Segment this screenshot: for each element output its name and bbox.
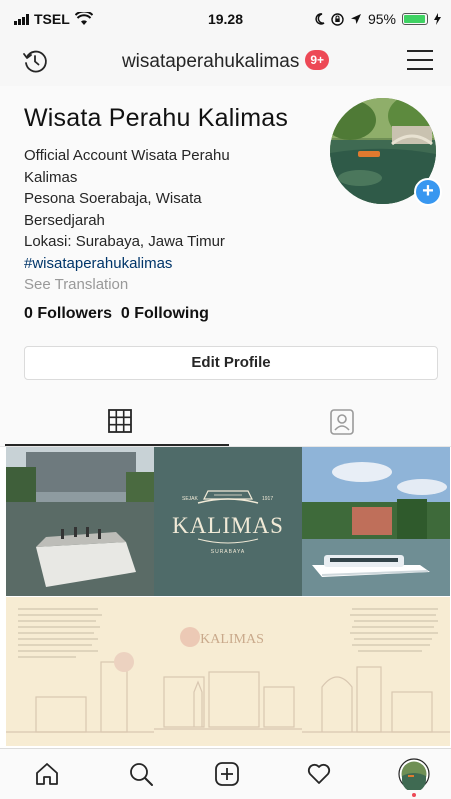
bio-line: Lokasi: Surabaya, Jawa Timur [24,233,225,250]
menu-icon[interactable] [407,50,433,77]
post-thumbnail-boat[interactable] [302,447,450,596]
kalimas-logo-text: KALIMAS [172,513,284,538]
profile-bio: Official Account Wisata Perahu Kalimas P… [24,145,314,296]
profile-full-name: Wisata Perahu Kalimas [24,104,289,132]
post-thumbnail-illustration-right[interactable] [302,597,450,746]
bio-line: Pesona Soerabaja, Wisata [24,190,202,207]
edit-profile-button[interactable]: Edit Profile [24,346,438,380]
profile-top-nav: wisataperahukalimas 9+ [0,36,451,86]
see-translation-link[interactable]: See Translation [24,274,314,296]
profile-header: Wisata Perahu Kalimas Official Account W… [0,86,451,396]
location-arrow-icon [350,14,361,24]
username-title[interactable]: wisataperahukalimas 9+ [0,50,451,73]
battery-fill [404,15,425,23]
battery-icon [402,13,428,25]
add-story-button[interactable]: + [414,178,442,206]
profile-tabs [0,396,451,447]
illustration-logo-text: KALIMAS [200,632,264,647]
follow-stats[interactable]: 0 Followers 0 Following [24,305,209,323]
bio-line: Kalimas [24,168,78,186]
logo-small-right: 1917 [262,496,273,502]
moon-icon [315,13,325,25]
bio-hashtag-link[interactable]: #wisataperahukalimas [24,253,314,275]
home-icon[interactable] [34,761,60,787]
notification-badge[interactable]: 9+ [305,50,330,70]
logo-small-left: SEJAK [182,496,199,502]
active-tab-dot [412,793,416,797]
battery-percent: 95% [367,11,396,27]
activity-heart-icon[interactable] [306,761,332,787]
search-icon[interactable] [128,761,154,787]
active-tab-indicator [5,444,229,446]
add-post-icon[interactable] [214,761,240,787]
status-bar: TSEL 19.28 95% [0,0,451,36]
grid-icon[interactable] [107,408,133,434]
bio-line: Bersedjarah [24,211,105,229]
post-grid: SEJAK 1917 KALIMAS SURABAYA KALIMAS [6,447,450,748]
charging-icon [434,13,441,25]
post-thumbnail-illustration-left[interactable] [6,597,154,746]
post-thumbnail-kalimas-logo[interactable]: SEJAK 1917 KALIMAS SURABAYA [154,447,302,596]
lock-rotation-icon [331,12,344,26]
username-text: wisataperahukalimas [121,51,300,72]
profile-avatar-icon[interactable] [398,758,430,790]
logo-subtitle: SURABAYA [211,549,246,555]
post-thumbnail-illustration-center[interactable]: KALIMAS [154,597,302,746]
post-thumbnail-pier[interactable] [6,447,154,596]
status-right: 95% [315,11,441,27]
bio-line: Official Account Wisata Perahu [24,147,230,164]
bottom-nav [0,748,451,799]
tagged-icon[interactable] [329,408,355,436]
